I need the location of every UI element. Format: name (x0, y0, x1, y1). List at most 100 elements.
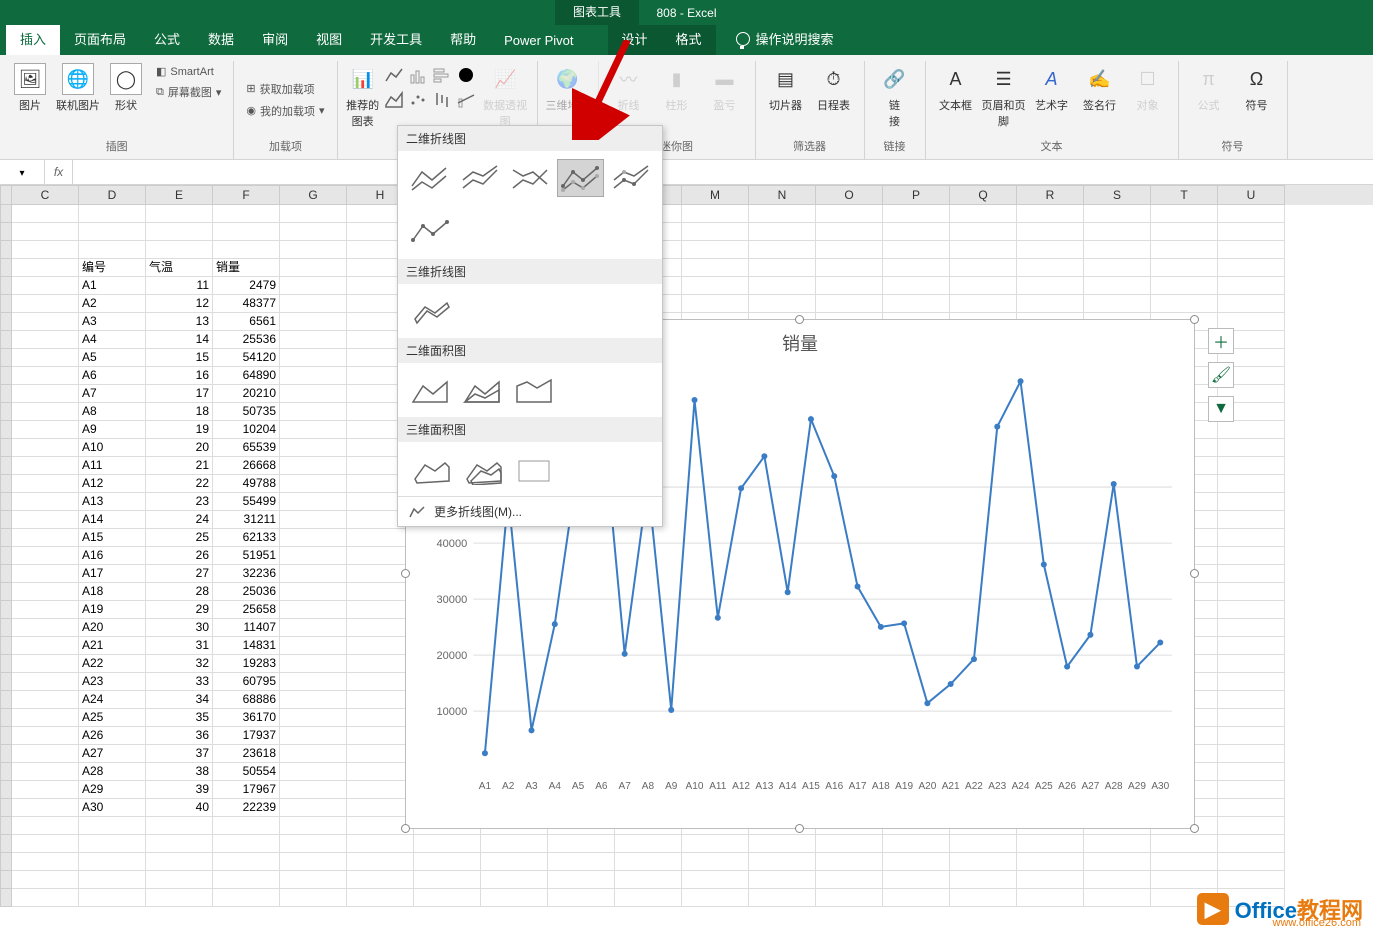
tab-powerpivot[interactable]: Power Pivot (490, 27, 587, 55)
cell[interactable] (280, 259, 347, 277)
cell[interactable] (682, 835, 749, 853)
cell[interactable]: 48377 (213, 295, 280, 313)
cell[interactable] (347, 835, 414, 853)
cell[interactable] (280, 637, 347, 655)
cell[interactable] (682, 295, 749, 313)
cell[interactable]: A6 (79, 367, 146, 385)
cell[interactable] (548, 889, 615, 907)
cell[interactable]: 35 (146, 709, 213, 727)
cell[interactable]: 24 (146, 511, 213, 529)
cell[interactable]: A10 (79, 439, 146, 457)
cell[interactable] (749, 871, 816, 889)
cell[interactable] (347, 709, 414, 727)
column-chart-button[interactable] (408, 65, 430, 87)
cell[interactable] (749, 277, 816, 295)
screenshot-button[interactable]: ⧉屏幕截图▾ (152, 82, 225, 102)
cell[interactable]: 54120 (213, 349, 280, 367)
cell[interactable] (883, 223, 950, 241)
line-chart-button[interactable] (384, 65, 406, 87)
cell[interactable] (280, 511, 347, 529)
cell[interactable] (146, 889, 213, 907)
cell[interactable]: 16 (146, 367, 213, 385)
cell[interactable]: 11 (146, 277, 213, 295)
cell[interactable]: A3 (79, 313, 146, 331)
cell[interactable]: A27 (79, 745, 146, 763)
cell[interactable] (280, 835, 347, 853)
cell[interactable] (280, 223, 347, 241)
cell[interactable] (79, 853, 146, 871)
cell[interactable] (280, 763, 347, 781)
cell[interactable]: 31211 (213, 511, 280, 529)
cell[interactable] (213, 835, 280, 853)
cell[interactable] (414, 835, 481, 853)
cell[interactable] (1218, 241, 1285, 259)
cell[interactable] (1218, 781, 1285, 799)
area-opt-3[interactable] (510, 371, 558, 409)
cell[interactable]: A15 (79, 529, 146, 547)
cell[interactable] (280, 385, 347, 403)
cell[interactable] (1017, 241, 1084, 259)
cell[interactable]: A20 (79, 619, 146, 637)
cell[interactable] (146, 205, 213, 223)
cell[interactable] (950, 241, 1017, 259)
cell[interactable] (12, 691, 79, 709)
cell[interactable] (1218, 475, 1285, 493)
tab-developer[interactable]: 开发工具 (356, 23, 436, 55)
cell[interactable]: A1 (79, 277, 146, 295)
line-opt-2[interactable] (456, 159, 502, 197)
cell[interactable]: A28 (79, 763, 146, 781)
cell[interactable] (1218, 493, 1285, 511)
cell[interactable] (682, 259, 749, 277)
cell[interactable]: A16 (79, 547, 146, 565)
cell[interactable]: A14 (79, 511, 146, 529)
cell[interactable]: A30 (79, 799, 146, 817)
cell[interactable] (1084, 223, 1151, 241)
cell[interactable] (1218, 655, 1285, 673)
cell[interactable] (12, 313, 79, 331)
cell[interactable] (146, 853, 213, 871)
cell[interactable] (347, 547, 414, 565)
cell[interactable] (12, 385, 79, 403)
cell[interactable] (414, 853, 481, 871)
cell[interactable] (1218, 259, 1285, 277)
cell[interactable] (12, 259, 79, 277)
cell[interactable] (12, 709, 79, 727)
cell[interactable] (950, 259, 1017, 277)
cell[interactable] (615, 889, 682, 907)
cell[interactable] (548, 853, 615, 871)
my-addins-button[interactable]: ◉我的加载项▾ (242, 101, 328, 121)
cell[interactable] (280, 403, 347, 421)
cell[interactable]: A29 (79, 781, 146, 799)
cell[interactable]: A7 (79, 385, 146, 403)
cell[interactable] (79, 835, 146, 853)
cell[interactable]: 31 (146, 637, 213, 655)
cell[interactable] (213, 241, 280, 259)
pictures-button[interactable]: 🖼图片 (8, 61, 52, 136)
chart-styles-button[interactable]: 🖌 (1208, 362, 1234, 388)
cell[interactable] (79, 223, 146, 241)
cell[interactable] (1017, 853, 1084, 871)
cell[interactable]: A25 (79, 709, 146, 727)
cell[interactable] (615, 835, 682, 853)
shapes-button[interactable]: ◯形状 (104, 61, 148, 136)
cell[interactable]: A5 (79, 349, 146, 367)
area-opt-1[interactable] (406, 371, 454, 409)
cell[interactable] (682, 205, 749, 223)
cell[interactable] (280, 205, 347, 223)
cell[interactable] (749, 853, 816, 871)
cell[interactable] (347, 583, 414, 601)
tab-pagelayout[interactable]: 页面布局 (60, 23, 140, 55)
cell[interactable] (213, 853, 280, 871)
cell[interactable] (1218, 439, 1285, 457)
cell[interactable]: 12 (146, 295, 213, 313)
cell[interactable] (1218, 295, 1285, 313)
cell[interactable] (1084, 835, 1151, 853)
cell[interactable] (280, 619, 347, 637)
cell[interactable] (12, 619, 79, 637)
cell[interactable] (12, 241, 79, 259)
timeline-button[interactable]: ⏱日程表 (812, 61, 856, 136)
cell[interactable] (1084, 889, 1151, 907)
cell[interactable] (1218, 601, 1285, 619)
cell[interactable] (1218, 511, 1285, 529)
cell[interactable] (615, 853, 682, 871)
